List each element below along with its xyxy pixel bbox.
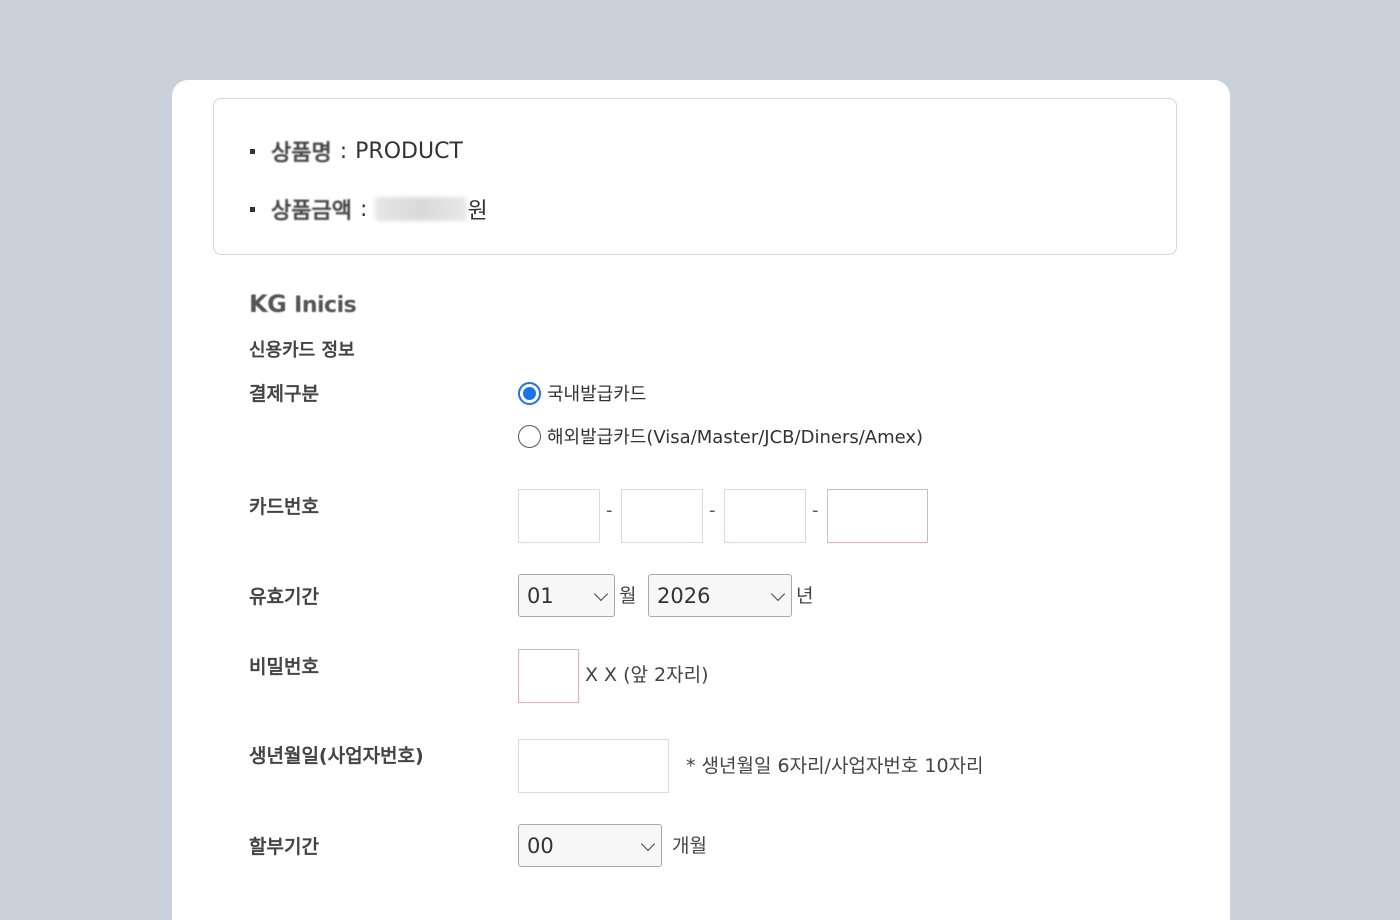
card-number-input-4[interactable] [827, 489, 928, 543]
product-price-label: 상품금액 [271, 199, 352, 224]
expiry-month-value: 01 [527, 583, 554, 608]
product-name-value: PRODUCT [355, 138, 463, 164]
expiry-label: 유효기간 [249, 586, 319, 608]
payment-card: 상품명 : PRODUCT 상품금액 : 원 KG Inicis 신용카드 정보… [172, 80, 1230, 920]
installment-unit: 개월 [672, 835, 707, 857]
birth-hint: * 생년월일 6자리/사업자번호 10자리 [686, 755, 984, 777]
chevron-down-icon [593, 586, 609, 602]
expiry-month-unit: 월 [619, 585, 637, 607]
card-number-dash: - [812, 500, 819, 521]
password-label: 비밀번호 [249, 656, 319, 678]
installment-value: 00 [527, 833, 554, 858]
expiry-year-select[interactable]: 2026 [648, 574, 792, 617]
installment-select[interactable]: 00 [518, 824, 662, 867]
logo-inicis-text: Inicis [294, 293, 357, 318]
product-price-value-redacted [375, 197, 468, 221]
expiry-month-select[interactable]: 01 [518, 574, 615, 617]
chevron-down-icon [640, 836, 656, 852]
installment-label: 할부기간 [249, 836, 319, 858]
card-number-input-1[interactable] [518, 489, 600, 543]
bullet-icon [250, 206, 255, 212]
product-price-separator: : [359, 196, 368, 222]
birth-label: 생년월일(사업자번호) [249, 745, 424, 767]
product-name-separator: : [339, 138, 348, 164]
product-summary-box: 상품명 : PRODUCT 상품금액 : 원 [213, 98, 1177, 255]
radio-domestic-card[interactable]: 국내발급카드 [518, 380, 646, 406]
radio-overseas-card[interactable]: 해외발급카드(Visa/Master/JCB/Diners/Amex) [518, 423, 923, 449]
card-number-input-2[interactable] [621, 489, 703, 543]
expiry-year-unit: 년 [796, 585, 814, 607]
radio-overseas-label: 해외발급카드(Visa/Master/JCB/Diners/Amex) [547, 427, 924, 448]
card-number-label: 카드번호 [249, 496, 319, 518]
radio-checked-icon[interactable] [518, 381, 541, 405]
product-name-label: 상품명 [271, 141, 332, 166]
password-input[interactable] [518, 649, 579, 703]
product-price-row: 상품금액 : 원 [250, 193, 488, 225]
logo-kg-text: KG [249, 290, 287, 318]
radio-domestic-label: 국내발급카드 [547, 384, 647, 405]
chevron-down-icon [770, 586, 786, 602]
kg-inicis-logo: KG Inicis [249, 290, 357, 318]
section-title: 신용카드 정보 [249, 340, 355, 361]
birth-input[interactable] [518, 739, 669, 793]
password-hint: X X (앞 2자리) [585, 664, 709, 686]
radio-unchecked-icon[interactable] [518, 424, 541, 448]
card-number-dash: - [709, 500, 716, 521]
card-number-input-3[interactable] [724, 489, 806, 543]
expiry-year-value: 2026 [657, 583, 711, 608]
product-price-unit: 원 [467, 199, 488, 224]
product-name-row: 상품명 : PRODUCT [250, 135, 463, 167]
payment-type-label: 결제구분 [249, 383, 319, 405]
bullet-icon [250, 148, 255, 154]
card-number-dash: - [606, 500, 613, 521]
